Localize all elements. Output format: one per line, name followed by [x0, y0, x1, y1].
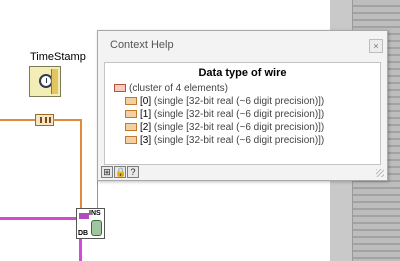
- sgl-icon: [125, 110, 137, 119]
- sgl-icon: [125, 136, 137, 145]
- orange-wire[interactable]: [0, 119, 36, 121]
- element-row: [0] (single [32-bit real (~6 digit preci…: [125, 96, 324, 107]
- context-help-title: Context Help: [110, 39, 174, 51]
- close-icon[interactable]: ×: [369, 39, 383, 53]
- database-icon: [91, 220, 102, 236]
- pink-wire[interactable]: [0, 217, 76, 220]
- cluster-line: (cluster of 4 elements): [114, 83, 228, 94]
- help-heading: Data type of wire: [198, 67, 287, 79]
- output-terminal[interactable]: [51, 69, 58, 94]
- subvi-ins-label: INS: [89, 210, 101, 217]
- cluster-icon: [114, 84, 126, 93]
- context-help-content: Data type of wire (cluster of 4 elements…: [104, 62, 381, 165]
- element-row: [2] (single [32-bit real (~6 digit preci…: [125, 122, 324, 133]
- orange-wire[interactable]: [53, 119, 81, 121]
- element-row: [1] (single [32-bit real (~6 digit preci…: [125, 109, 324, 120]
- connector-icon[interactable]: ⊞: [101, 166, 113, 178]
- timestamp-node[interactable]: [29, 66, 61, 97]
- subvi-db-label: DB: [78, 230, 89, 237]
- timestamp-label: TimeStamp: [30, 51, 86, 63]
- ins-db-subvi[interactable]: INS DB: [76, 208, 105, 239]
- block-diagram[interactable]: TimeStamp INS DB Context Help × Data typ…: [0, 0, 400, 261]
- element-row: [3] (single [32-bit real (~6 digit preci…: [125, 135, 324, 146]
- sgl-icon: [125, 123, 137, 132]
- orange-wire[interactable]: [80, 119, 82, 215]
- lock-icon[interactable]: 🔒: [114, 166, 126, 178]
- cluster-input-icon: [79, 213, 89, 219]
- context-help-window[interactable]: Context Help × Data type of wire (cluste…: [97, 30, 388, 181]
- sgl-icon: [125, 97, 137, 106]
- pink-wire[interactable]: [79, 238, 82, 261]
- help-icon[interactable]: ?: [127, 166, 139, 178]
- unbundle-icon[interactable]: [35, 114, 54, 126]
- resize-grip-icon[interactable]: [376, 169, 384, 177]
